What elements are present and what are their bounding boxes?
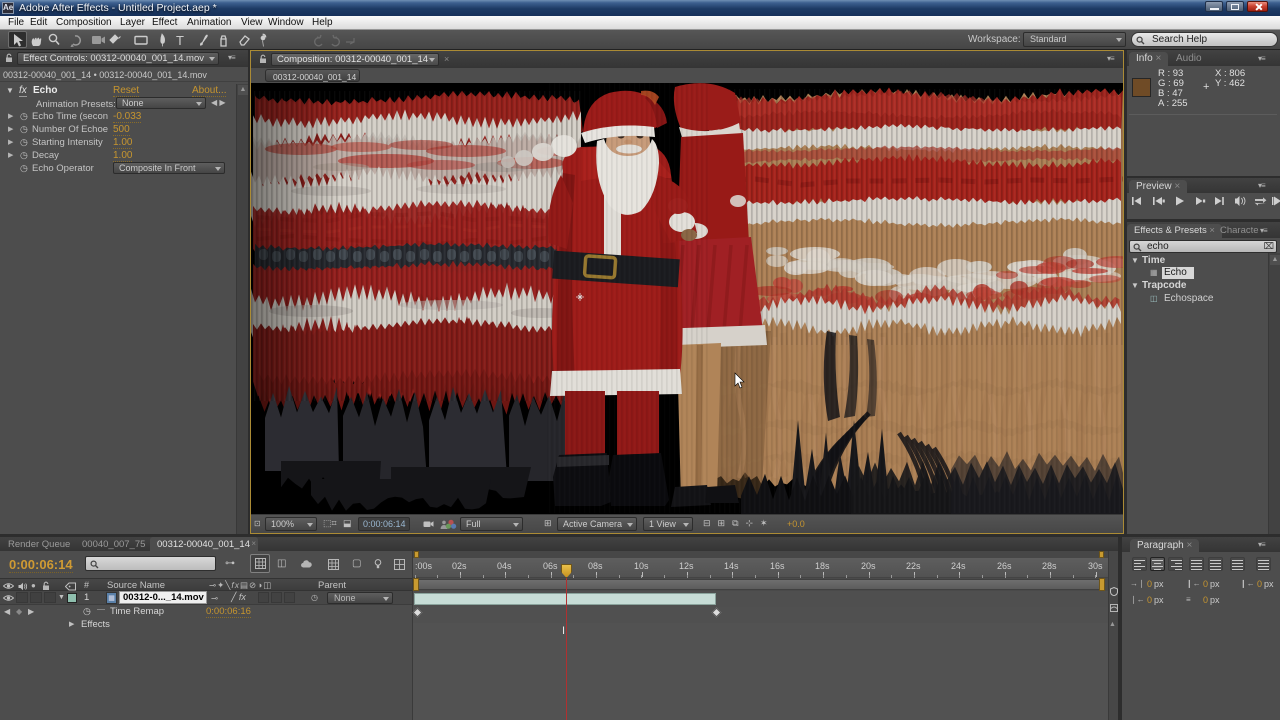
svg-text:T: T xyxy=(176,33,184,48)
